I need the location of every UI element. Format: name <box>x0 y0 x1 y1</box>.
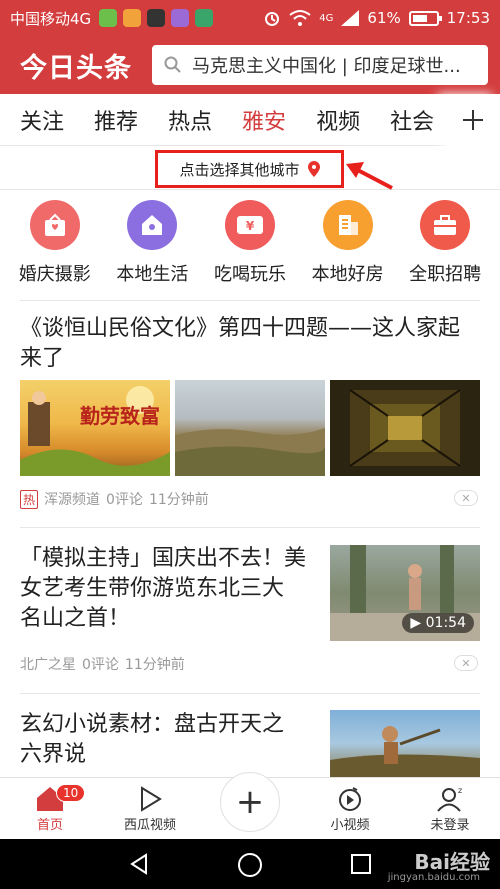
tab-recommend[interactable]: 推荐 <box>84 104 148 136</box>
article-comments: 0评论 <box>82 657 119 673</box>
category-wedding-photo[interactable]: 婚庆摄影 <box>7 200 103 296</box>
search-icon <box>164 56 181 73</box>
category-shortcuts: 婚庆摄影 本地生活 ¥ 吃喝玩乐 本地好房 全职招聘 <box>0 200 500 296</box>
play-notification-icon <box>195 9 214 27</box>
battery-icon <box>408 10 442 26</box>
category-label: 婚庆摄影 <box>18 264 91 285</box>
publish-button[interactable]: + <box>220 772 280 832</box>
divider <box>20 527 480 528</box>
select-city-label: 点击选择其他城市 <box>179 160 300 179</box>
article-thumbnail <box>175 380 325 476</box>
thumbnail-caption: 勤劳致富 <box>80 404 160 428</box>
channel-tabs: 关注 推荐 热点 雅安 视频 社会 <box>0 94 500 146</box>
battery-percent: 61% <box>367 9 401 27</box>
building-icon <box>322 200 373 250</box>
app-logo: 今日头条 <box>20 52 132 84</box>
article-source: 浑源频道 <box>44 492 101 508</box>
location-pin-icon <box>307 161 320 177</box>
city-bar: 点击选择其他城市 <box>0 146 500 190</box>
select-city-button[interactable]: 点击选择其他城市 <box>155 150 344 188</box>
category-label: 本地好房 <box>311 264 384 285</box>
dismiss-button[interactable]: ✕ <box>454 655 478 671</box>
gallery-notification-icon <box>171 9 190 27</box>
dismiss-button[interactable]: ✕ <box>454 490 478 506</box>
article-time: 11分钟前 <box>148 492 209 508</box>
article-thumbnail: 勤劳致富 <box>20 380 170 476</box>
video-thumbnail[interactable]: ▶ 01:54 <box>330 545 480 641</box>
back-icon[interactable] <box>128 853 150 875</box>
watermark-url: jingyan.baidu.com <box>387 872 480 883</box>
coupon-icon: ¥ <box>224 200 275 250</box>
status-bar: 中国移动4G 4G 61% 17:53 <box>0 0 500 36</box>
home-circle-icon[interactable] <box>237 852 263 878</box>
notification-icons <box>99 9 214 27</box>
nav-small-video[interactable]: 小视频 <box>300 778 400 839</box>
nav-profile[interactable]: z 未登录 <box>400 778 500 839</box>
alarm-icon <box>265 12 280 26</box>
search-bar[interactable]: 马克思主义中国化 | 印度足球世... <box>152 45 488 85</box>
nav-xigua-video[interactable]: 西瓜视频 <box>100 778 200 839</box>
recents-icon[interactable] <box>350 853 372 875</box>
tab-hot[interactable]: 热点 <box>158 104 222 136</box>
app-notification-icon <box>123 9 142 27</box>
house-icon <box>127 200 178 250</box>
svg-text:¥: ¥ <box>246 219 255 233</box>
divider <box>20 300 480 301</box>
category-jobs[interactable]: 全职招聘 <box>397 200 493 296</box>
category-label: 吃喝玩乐 <box>213 264 286 285</box>
tab-video[interactable]: 视频 <box>306 104 370 136</box>
article-title: 「模拟主持」国庆出不去！美 女艺考生带你游览东北三大 名山之首！ <box>20 546 307 631</box>
carrier-label: 中国移动4G <box>10 9 92 28</box>
article-time: 11分钟前 <box>124 657 185 673</box>
plus-icon <box>463 110 483 130</box>
category-local-housing[interactable]: 本地好房 <box>300 200 396 296</box>
app-notification-icon <box>99 9 118 27</box>
hot-badge: 热 <box>20 489 39 509</box>
article-title: 玄幻小说素材：盘古开天之 六界说 <box>20 712 285 767</box>
category-food-fun[interactable]: ¥ 吃喝玩乐 <box>202 200 298 296</box>
nav-label: 首页 <box>36 818 63 833</box>
briefcase-icon <box>420 200 471 250</box>
tab-follow[interactable]: 关注 <box>10 104 74 136</box>
play-icon <box>141 786 162 812</box>
category-label: 全职招聘 <box>409 264 482 285</box>
category-label: 本地生活 <box>116 264 189 285</box>
tab-yaan[interactable]: 雅安 <box>232 104 296 136</box>
add-channel-button[interactable] <box>446 94 500 146</box>
app-header: 今日头条 马克思主义中国化 | 印度足球世... <box>0 36 500 94</box>
clock: 17:53 <box>446 9 490 27</box>
article-source: 北广之星 <box>20 657 76 673</box>
watermark-logo: Bai经验 <box>414 850 490 874</box>
annotation-arrow <box>346 162 393 190</box>
wifi-icon <box>289 10 311 26</box>
category-local-life[interactable]: 本地生活 <box>104 200 200 296</box>
signal-icon <box>341 10 360 26</box>
nav-label: 西瓜视频 <box>123 818 176 833</box>
article-title: 《谈恒山民俗文化》第四十四题——这人家起 来了 <box>20 316 461 371</box>
notification-badge: 10 <box>56 784 86 802</box>
article-comments: 0评论 <box>106 492 143 508</box>
user-icon: z <box>437 786 462 812</box>
search-suggestion: 马克思主义中国化 | 印度足球世... <box>192 56 461 77</box>
nav-home[interactable]: 首页 10 <box>0 778 100 839</box>
penguin-notification-icon <box>147 9 166 27</box>
plus-icon: + <box>235 782 265 822</box>
svg-text:z: z <box>458 786 462 795</box>
video-duration: ▶ 01:54 <box>402 613 474 633</box>
small-video-icon <box>339 787 361 811</box>
article-thumbnail <box>330 710 480 777</box>
article-thumbnail <box>330 380 480 476</box>
divider <box>20 693 480 694</box>
network-label: 4G <box>319 12 334 24</box>
article-meta: 热 浑源频道 0评论 11分钟前 <box>20 489 209 509</box>
tab-society[interactable]: 社会 <box>380 104 444 136</box>
nav-label: 未登录 <box>430 818 470 833</box>
article-meta: 北广之星 0评论 11分钟前 <box>20 654 185 674</box>
gift-heart-icon <box>29 200 80 250</box>
nav-label: 小视频 <box>330 818 370 833</box>
